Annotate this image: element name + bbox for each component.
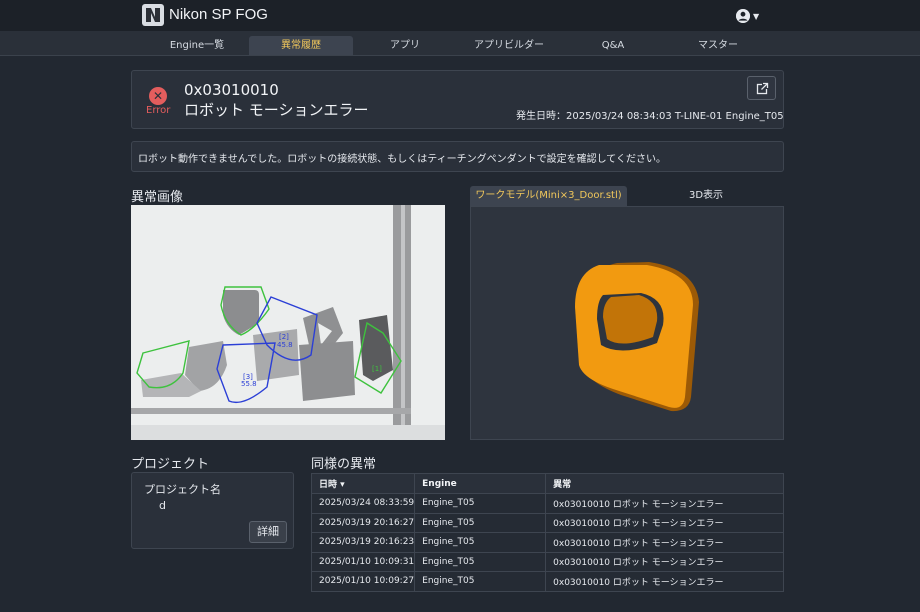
anomaly-image: [2] 45.8 [3] 55.8 [1] xyxy=(131,205,445,440)
app-title: Nikon SP FOG xyxy=(169,6,268,23)
error-message: ロボット動作できませんでした。ロボットの接続状態、もしくはティーチングペンダント… xyxy=(138,154,666,165)
detection-label-3-score: 55.8 xyxy=(241,380,257,388)
row-datetime: 2025/03/19 20:16:27 xyxy=(310,512,416,533)
tab-qa[interactable]: Q&A xyxy=(561,36,665,55)
table-row[interactable]: 2025/03/19 20:16:23 Engine_T05 0x0301001… xyxy=(310,532,784,553)
row-engine: Engine_T05 xyxy=(414,551,547,572)
open-external-button[interactable] xyxy=(747,76,776,100)
project-name-value: d xyxy=(159,499,166,512)
column-header-datetime[interactable]: 日時 ▾ xyxy=(310,473,416,494)
row-engine: Engine_T05 xyxy=(414,532,547,553)
row-engine: Engine_T05 xyxy=(414,493,547,514)
column-header-engine[interactable]: Engine xyxy=(414,473,547,494)
table-row[interactable]: 2025/01/10 10:09:27 Engine_T05 0x0301001… xyxy=(310,571,784,592)
row-datetime: 2025/03/24 08:33:59 xyxy=(310,493,416,514)
table-row[interactable]: 2025/03/19 20:16:27 Engine_T05 0x0301001… xyxy=(310,512,784,533)
anomaly-image-title: 異常画像 xyxy=(131,190,184,205)
detection-label-2-id: [2] xyxy=(279,333,289,341)
error-status-label: Error xyxy=(146,105,171,116)
table-header-row: 日時 ▾ Engine 異常 xyxy=(310,473,784,494)
detail-button[interactable]: 詳細 xyxy=(249,521,287,543)
similar-section-title: 同様の異常 xyxy=(311,457,377,472)
tab-3d-view[interactable]: 3D表示 xyxy=(640,186,772,206)
row-datetime: 2025/01/10 10:09:27 xyxy=(310,571,416,592)
tab-work-model[interactable]: ワークモデル(Mini×3_Door.stl) xyxy=(470,186,627,206)
error-x-icon: ✕ xyxy=(149,87,167,105)
error-title: ロボット モーションエラー xyxy=(184,101,369,119)
row-engine: Engine_T05 xyxy=(414,571,547,592)
row-error: 0x03010010 ロボット モーションエラー xyxy=(545,571,784,592)
project-name-label: プロジェクト名 xyxy=(144,483,221,496)
row-engine: Engine_T05 xyxy=(414,512,547,533)
similar-errors-table: 日時 ▾ Engine 異常 2025/03/24 08:33:59 Engin… xyxy=(310,473,784,592)
row-error: 0x03010010 ロボット モーションエラー xyxy=(545,551,784,572)
tab-error-history[interactable]: 異常履歴 xyxy=(249,36,353,55)
external-link-icon xyxy=(756,82,769,95)
tab-apps[interactable]: アプリ xyxy=(353,36,457,55)
row-datetime: 2025/03/19 20:16:23 xyxy=(310,532,416,553)
tab-app-builder[interactable]: アプリビルダー xyxy=(457,36,561,55)
user-circle-icon xyxy=(736,9,750,23)
tab-engine-list[interactable]: Engine一覧 xyxy=(145,36,249,55)
user-menu[interactable]: ▼ xyxy=(736,8,759,24)
table-row[interactable]: 2025/03/24 08:33:59 Engine_T05 0x0301001… xyxy=(310,493,784,514)
row-error: 0x03010010 ロボット モーションエラー xyxy=(545,512,784,533)
nikon-logo-icon[interactable] xyxy=(142,4,164,26)
work-model-viewer[interactable] xyxy=(470,206,784,440)
chevron-down-icon: ▼ xyxy=(753,11,760,21)
column-header-error[interactable]: 異常 xyxy=(545,473,784,494)
row-datetime: 2025/01/10 10:09:31 xyxy=(310,551,416,572)
top-bar: Nikon SP FOG ▼ xyxy=(0,0,920,31)
table-row[interactable]: 2025/01/10 10:09:31 Engine_T05 0x0301001… xyxy=(310,551,784,572)
error-code: 0x03010010 xyxy=(184,81,279,99)
row-error: 0x03010010 ロボット モーションエラー xyxy=(545,532,784,553)
row-error: 0x03010010 ロボット モーションエラー xyxy=(545,493,784,514)
detection-label-1-id: [1] xyxy=(372,365,382,373)
project-section-title: プロジェクト xyxy=(131,457,210,472)
detection-label-2-score: 45.8 xyxy=(277,341,293,349)
tab-master[interactable]: マスター xyxy=(666,36,770,55)
main-nav: Engine一覧 異常履歴 アプリ アプリビルダー Q&A マスター xyxy=(0,31,920,56)
error-meta: 発生日時：2025/03/24 08:34:03 T-LINE-01 Engin… xyxy=(516,111,784,122)
